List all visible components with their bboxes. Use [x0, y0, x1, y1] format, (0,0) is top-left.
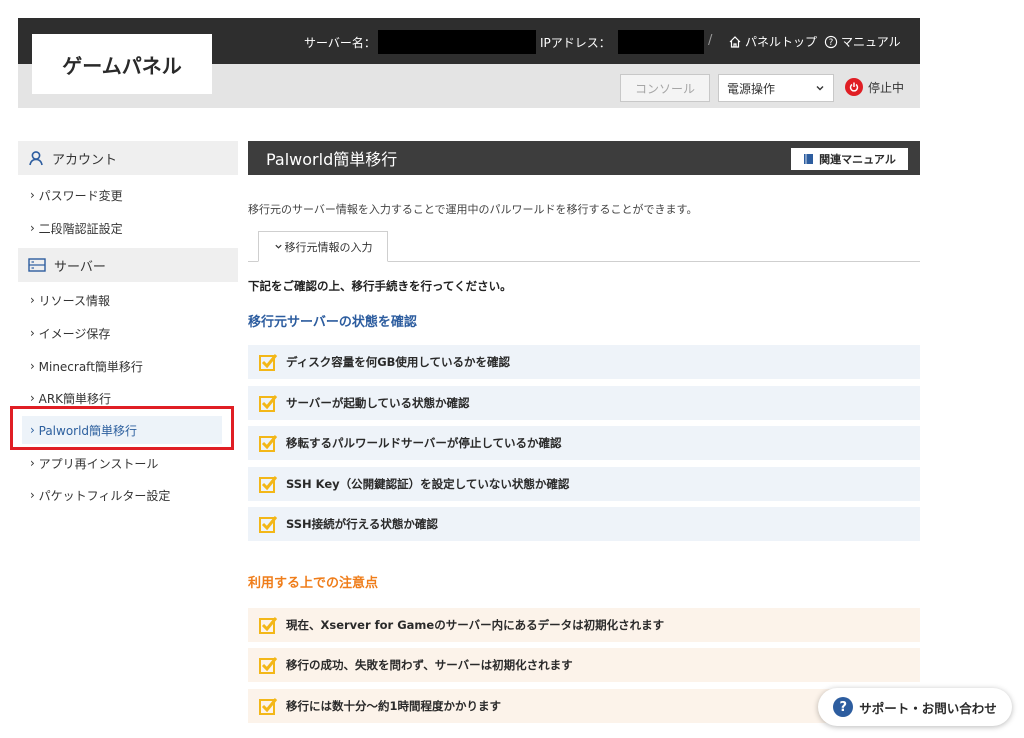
checkbox-checked-icon [259, 354, 278, 371]
user-icon [29, 151, 43, 166]
console-button[interactable]: コンソール [620, 74, 710, 102]
checkbox-checked-icon [259, 516, 278, 533]
sidebar-account-label: アカウント [52, 152, 118, 168]
power-icon [845, 78, 863, 96]
sidebar-item-label: リソース情報 [38, 293, 111, 308]
header-separator: / [708, 33, 713, 48]
sidebar-item-packet-filter[interactable]: › パケットフィルター設定 [18, 481, 238, 509]
sidebar-account-header: アカウント [18, 141, 238, 175]
server-name-redacted [378, 30, 536, 54]
question-circle-icon: ? [833, 697, 854, 717]
sidebar-item-label: イメージ保存 [38, 326, 111, 341]
caution-item-text: 移行の成功、失敗を問わず、サーバーは初期化されます [286, 658, 573, 672]
sidebar-item-label: アプリ再インストール [38, 456, 159, 471]
check-section-heading: 移行元サーバーの状態を確認 [248, 315, 417, 330]
support-contact-button[interactable]: ? サポート・お問い合わせ [818, 688, 1012, 726]
server-name-label: サーバー名： [304, 36, 376, 50]
check-item-text: サーバーが起動している状態か確認 [286, 396, 470, 410]
caution-item: 移行の成功、失敗を問わず、サーバーは初期化されます [248, 648, 920, 682]
server-icon [28, 258, 46, 272]
check-item-text: SSH接続が行える状態か確認 [286, 517, 438, 531]
svg-text:?: ? [829, 38, 834, 48]
checkbox-checked-icon [259, 617, 278, 634]
home-icon [729, 35, 741, 48]
related-manual-button[interactable]: 関連マニュアル [791, 148, 908, 170]
book-icon [804, 154, 814, 164]
power-operation-select[interactable]: 電源操作 [718, 74, 834, 102]
caution-item-text: 現在、Xserver for Gameのサーバー内にあるデータは初期化されます [286, 618, 665, 632]
highlight-annotation [10, 406, 234, 450]
checkbox-checked-icon [259, 476, 278, 493]
instruction-text: 下記をご確認の上、移行手続きを行ってください。 [248, 279, 512, 293]
chevron-down-icon [274, 244, 282, 249]
sidebar-server-label: サーバー [54, 259, 106, 275]
page-description: 移行元のサーバー情報を入力することで運用中のパルワールドを移行することができます… [248, 203, 698, 216]
panel-top-link[interactable]: パネルトップ [728, 33, 817, 50]
sidebar-item-label: パスワード変更 [38, 188, 123, 203]
checkbox-checked-icon [259, 698, 278, 715]
sidebar-server-header: サーバー [18, 248, 238, 282]
sidebar-item-label: ARK簡単移行 [38, 391, 112, 406]
sidebar-item-image-save[interactable]: › イメージ保存 [18, 319, 238, 347]
manual-link[interactable]: ? マニュアル [824, 33, 901, 50]
related-manual-label: 関連マニュアル [819, 153, 896, 166]
panel-top-label: パネルトップ [745, 35, 818, 49]
support-label: サポート・お問い合わせ [859, 700, 997, 716]
sidebar-item-label: パケットフィルター設定 [38, 488, 171, 503]
check-item: ディスク容量を何GB使用しているかを確認 [248, 345, 920, 379]
chevron-down-icon [816, 86, 824, 91]
power-operation-value: 電源操作 [727, 81, 776, 96]
checkbox-checked-icon [259, 657, 278, 674]
sidebar-item-resource[interactable]: › リソース情報 [18, 286, 238, 314]
check-item: 移転するパルワールドサーバーが停止しているか確認 [248, 426, 920, 460]
checkbox-checked-icon [259, 435, 278, 452]
status-label: 停止中 [868, 80, 905, 95]
sidebar-item-label: Minecraft簡単移行 [38, 359, 143, 374]
tab-label: 移行元情報の入力 [284, 240, 373, 254]
caution-item-text: 移行には数十分〜約1時間程度かかります [286, 699, 501, 713]
checkbox-checked-icon [259, 395, 278, 412]
check-item-text: SSH Key（公開鍵認証）を設定していない状態か確認 [286, 477, 570, 491]
logo[interactable]: ゲームパネル [32, 34, 212, 94]
check-item-text: 移転するパルワールドサーバーが停止しているか確認 [286, 436, 562, 450]
sidebar-item-label: 二段階認証設定 [38, 221, 123, 236]
check-item-text: ディスク容量を何GB使用しているかを確認 [286, 355, 511, 369]
check-item: SSH Key（公開鍵認証）を設定していない状態か確認 [248, 467, 920, 501]
check-item: SSH接続が行える状態か確認 [248, 507, 920, 541]
sidebar-item-password[interactable]: › パスワード変更 [18, 181, 238, 209]
sidebar-item-app-reinstall[interactable]: › アプリ再インストール [18, 449, 238, 477]
caution-item: 現在、Xserver for Gameのサーバー内にあるデータは初期化されます [248, 608, 920, 642]
check-item: サーバーが起動している状態か確認 [248, 386, 920, 420]
manual-label: マニュアル [841, 35, 901, 49]
ip-address-redacted [618, 30, 704, 54]
question-circle-icon: ? [824, 35, 838, 48]
server-status: 停止中 [845, 78, 904, 96]
caution-section-heading: 利用する上での注意点 [248, 576, 379, 591]
tab-source-info[interactable]: 移行元情報の入力 [258, 231, 388, 262]
sidebar-item-2fa[interactable]: › 二段階認証設定 [18, 214, 238, 242]
ip-address-label: IPアドレス： [540, 36, 611, 50]
sidebar-item-minecraft-migration[interactable]: › Minecraft簡単移行 [18, 352, 238, 380]
